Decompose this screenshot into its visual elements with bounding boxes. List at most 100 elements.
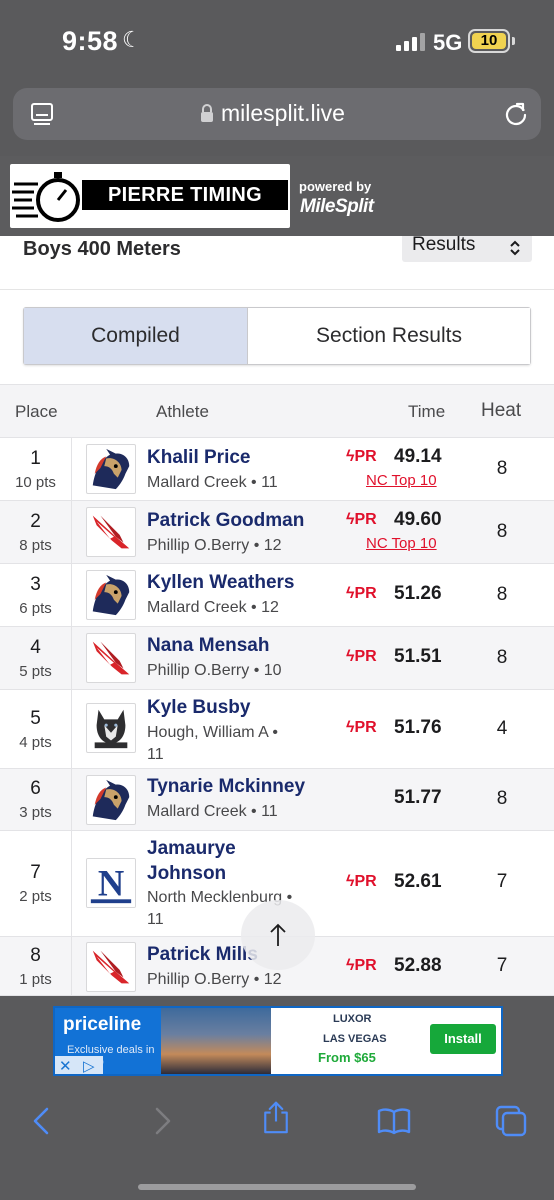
- pr-badge: ϟPR: [346, 585, 377, 603]
- place-cell: 7 2 pts: [0, 831, 72, 936]
- back-icon[interactable]: [25, 1104, 59, 1138]
- result-time: 52.88: [394, 955, 442, 976]
- pr-label: PR: [354, 957, 377, 974]
- athlete-team: Phillip O.Berry • 12: [147, 537, 282, 554]
- cardinal-logo: [86, 633, 136, 683]
- ad-close-icon[interactable]: ✕: [59, 1057, 72, 1074]
- husky-logo: [86, 703, 136, 753]
- heat-number: 8: [496, 584, 508, 605]
- pr-label: PR: [354, 511, 377, 528]
- result-time: 49.14: [394, 446, 442, 467]
- nc-top-10-link[interactable]: NC Top 10: [366, 472, 437, 489]
- place-points: 10 pts: [15, 473, 56, 491]
- table-row[interactable]: 5 4 pts Kyle Busby Hough, William A • 11…: [0, 690, 554, 769]
- athlete-name[interactable]: Khalil Price: [147, 445, 317, 470]
- pr-label: PR: [354, 585, 377, 602]
- nc-top-10-link[interactable]: NC Top 10: [366, 535, 437, 552]
- heat-number: 4: [496, 718, 508, 739]
- place-points: 3 pts: [19, 804, 52, 821]
- athlete-name[interactable]: Tynarie Mckinney: [147, 774, 327, 799]
- mustang-logo: [86, 570, 136, 620]
- table-row[interactable]: 6 3 pts Tynarie Mckinney Mallard Creek •…: [0, 769, 554, 831]
- pr-badge: ϟPR: [346, 719, 377, 737]
- athlete-team: Mallard Creek • 11: [147, 803, 278, 820]
- logo-text: PIERRE TIMING: [82, 180, 288, 210]
- place-points: 5 pts: [19, 662, 52, 680]
- table-row[interactable]: 3 6 pts Kyllen Weathers Mallard Creek • …: [0, 564, 554, 627]
- place-points: 1 pts: [19, 970, 52, 988]
- table-row[interactable]: 2 8 pts Patrick Goodman Phillip O.Berry …: [0, 501, 554, 564]
- place-number: 5: [30, 707, 41, 729]
- status-bar: 9:58 ☾ 5G 10: [0, 0, 554, 84]
- place-number: 8: [30, 944, 41, 966]
- cardinal-logo: [86, 507, 136, 557]
- result-time: 51.77: [394, 787, 442, 808]
- pr-badge: ϟPR: [346, 957, 377, 975]
- place-points: 4 pts: [19, 733, 52, 751]
- result-time: 49.60: [394, 509, 442, 530]
- pr-label: PR: [354, 448, 377, 465]
- place-number: 1: [30, 447, 41, 469]
- site-header: PIERRE TIMING powered by MileSplit: [0, 156, 554, 236]
- athlete-name[interactable]: Nana Mensah: [147, 633, 317, 658]
- ad-info-icon[interactable]: ▷: [83, 1057, 95, 1074]
- place-number: 7: [30, 862, 41, 883]
- header-athlete: Athlete: [156, 402, 209, 421]
- stopwatch-icon: [12, 172, 80, 222]
- result-time: 51.76: [394, 717, 442, 738]
- ad-hotel: LUXOR: [333, 1013, 372, 1025]
- tab-compiled[interactable]: Compiled: [24, 308, 248, 364]
- result-time: 51.51: [394, 646, 442, 667]
- ad-photo: [161, 1008, 271, 1074]
- address-bar[interactable]: milesplit.live: [13, 88, 541, 140]
- results-view-select[interactable]: Results: [402, 234, 532, 262]
- arrow-up-icon: [270, 923, 286, 946]
- athlete-team: Hough, William A • 11: [147, 724, 278, 763]
- home-indicator: [138, 1184, 416, 1190]
- place-cell: 6 3 pts: [0, 769, 72, 830]
- ad-city: LAS VEGAS: [323, 1033, 387, 1045]
- place-points: 2 pts: [19, 888, 52, 905]
- place-points: 6 pts: [19, 599, 52, 617]
- results-tabs: Compiled Section Results: [23, 307, 531, 365]
- pr-label: PR: [354, 873, 377, 890]
- svg-text:N: N: [98, 862, 124, 903]
- lock-icon: [201, 104, 213, 122]
- n-logo: N: [86, 858, 136, 908]
- install-button[interactable]: Install: [430, 1024, 496, 1054]
- reader-icon[interactable]: [30, 102, 54, 126]
- ad-controls: ✕ ▷: [55, 1056, 103, 1074]
- place-number: 3: [30, 573, 41, 595]
- bookmarks-icon[interactable]: [377, 1104, 411, 1138]
- priceline-ad[interactable]: priceline Exclusive deals in the app LUX…: [53, 1006, 503, 1076]
- milesplit-logo[interactable]: MileSplit: [300, 196, 374, 218]
- athlete-name[interactable]: Jamaurye Johnson: [147, 836, 267, 886]
- forward-icon[interactable]: [145, 1104, 179, 1138]
- scroll-to-top-button[interactable]: [241, 900, 315, 970]
- tab-section-results[interactable]: Section Results: [248, 308, 530, 364]
- ad-brand: priceline: [63, 1014, 142, 1035]
- table-row[interactable]: 4 5 pts Nana Mensah Phillip O.Berry • 10…: [0, 627, 554, 690]
- heat-number: 8: [496, 521, 508, 542]
- heat-number: 8: [496, 788, 508, 809]
- athlete-name[interactable]: Kyle Busby: [147, 695, 317, 720]
- table-row[interactable]: 1 10 pts Khalil Price Mallard Creek • 11…: [0, 438, 554, 501]
- header-heat: Heat: [481, 400, 522, 421]
- pr-label: PR: [354, 719, 377, 736]
- place-cell: 3 6 pts: [0, 564, 72, 626]
- place-number: 4: [30, 636, 41, 658]
- url-text: milesplit.live: [221, 100, 345, 126]
- table-header: Place Athlete Time Heat: [0, 384, 554, 438]
- ad-price: From $65: [318, 1050, 376, 1065]
- select-label: Results: [412, 234, 476, 255]
- athlete-name[interactable]: Kyllen Weathers: [147, 570, 317, 595]
- share-icon[interactable]: [259, 1100, 293, 1134]
- pr-badge: ϟPR: [346, 648, 377, 666]
- browser-address-area: milesplit.live: [0, 84, 554, 156]
- heat-number: 7: [496, 955, 508, 976]
- pierre-timing-logo[interactable]: PIERRE TIMING: [10, 164, 290, 228]
- reload-icon[interactable]: [503, 101, 529, 127]
- tabs-icon[interactable]: [494, 1104, 528, 1138]
- athlete-name[interactable]: Patrick Goodman: [147, 508, 317, 533]
- status-time: 9:58: [62, 26, 119, 56]
